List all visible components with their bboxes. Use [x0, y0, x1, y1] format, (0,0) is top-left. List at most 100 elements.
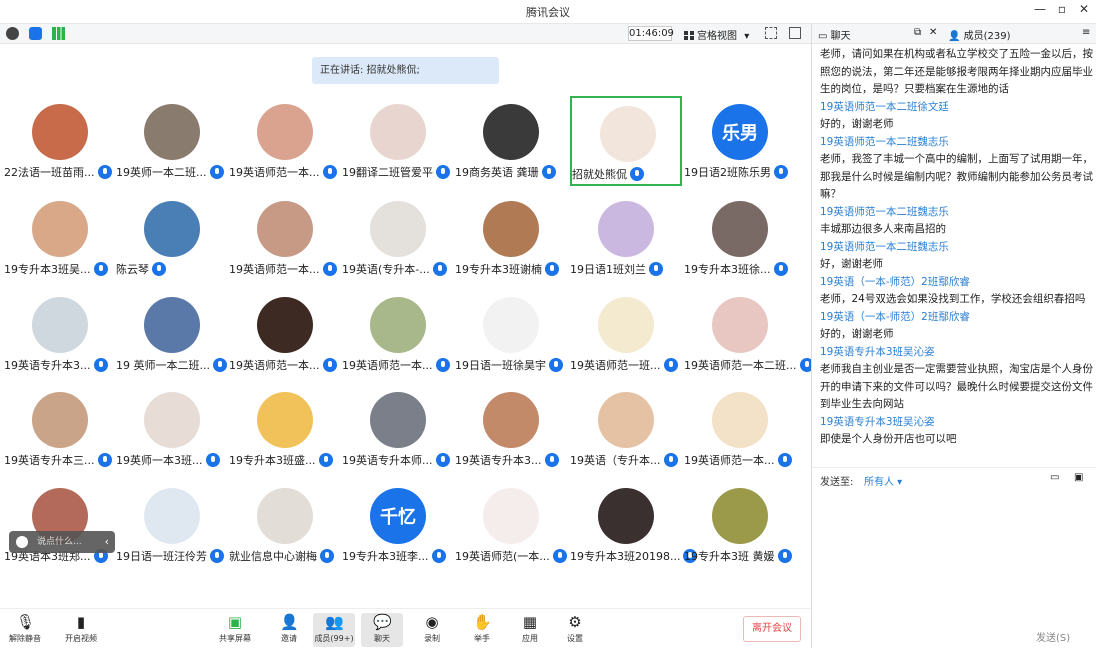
video-button[interactable]: ▮ 开启视频 — [60, 613, 102, 647]
participant-tile[interactable]: 19翻译二班管爱平 — [342, 96, 454, 186]
participant-tile[interactable]: 19英语师范一本二班... — [684, 289, 814, 379]
participant-tile[interactable]: 19专升本3班徐... — [684, 193, 796, 283]
leave-meeting-button[interactable]: 离开会议 — [743, 616, 801, 642]
bottom-bar: 🎙 解除静音 ▮ 开启视频 ▣ 共享屏幕 👤 邀请 👥 成员(99+) 💬 聊天 ◉ 录制 ✋… — [0, 608, 811, 648]
send-to-select[interactable]: 所有人 ▾ — [864, 473, 902, 488]
chat-sender[interactable]: 19英语（一本-师范）2班鄢欣睿 — [820, 274, 1095, 292]
unmute-button[interactable]: 🎙 解除静音 — [4, 613, 46, 647]
chat-sender[interactable]: 19英语专升本3班吴沁姿 — [820, 414, 1095, 432]
quick-chat[interactable]: 说点什么... ‹ — [9, 531, 115, 553]
participant-tile[interactable]: 19英语专升本三... — [4, 384, 116, 474]
avatar — [712, 392, 768, 448]
chat-sender[interactable]: 19英语师范一本二班魏志乐 — [820, 204, 1095, 222]
participant-tile[interactable]: 19商务英语 龚珊 — [455, 96, 567, 186]
participant-tile[interactable]: 千忆 19专升本3班李... — [342, 480, 454, 570]
participant-tile[interactable]: 19英语师范一本... — [229, 193, 341, 283]
mic-icon — [630, 167, 644, 181]
maximize-icon[interactable]: ▫ — [1052, 2, 1072, 16]
chat-sender[interactable]: 19英语师范一本二班魏志乐 — [820, 239, 1095, 257]
close-chat-icon[interactable]: ✕ — [929, 27, 937, 38]
participant-tile[interactable]: 19日语一班徐昊宇 — [455, 289, 567, 379]
mic-icon — [777, 549, 792, 563]
record-button[interactable]: ◉ 录制 — [411, 613, 453, 647]
chat-sender[interactable]: 19英语（一本-师范）2班鄢欣睿 — [820, 309, 1095, 327]
participant-tile[interactable]: 19英语师范一班... — [570, 289, 682, 379]
screenshot-icon[interactable]: ▣ — [1074, 472, 1083, 483]
minimize-icon[interactable]: — — [1030, 2, 1050, 16]
menu-icon[interactable]: ≡ — [1082, 27, 1090, 38]
participant-name-text: 19英语师范一本二班... — [684, 359, 797, 372]
participant-tile[interactable]: 19英师一本3班... — [116, 384, 228, 474]
shield-icon[interactable] — [29, 27, 42, 40]
participant-tile[interactable]: 19专升本3班 黄媛 — [684, 480, 796, 570]
video-label: 开启视频 — [65, 634, 97, 643]
apps-button[interactable]: ▦ 应用 — [509, 613, 551, 647]
participant-tile[interactable]: 招就处熊侃 — [570, 96, 682, 186]
avatar — [144, 488, 200, 544]
participant-tile[interactable]: 19英语师范一本... — [684, 384, 796, 474]
settings-button[interactable]: ⚙ 设置 — [554, 613, 596, 647]
fullscreen-icon[interactable] — [765, 27, 777, 39]
close-icon[interactable]: ✕ — [1074, 2, 1094, 16]
participant-tile[interactable]: 19 英师一本二班... — [116, 289, 228, 379]
chat-sender[interactable]: 19英语师范一本二班魏志乐 — [820, 134, 1095, 152]
file-icon[interactable]: ▭ — [1050, 472, 1059, 483]
participant-tile[interactable]: 19英语专升本3... — [4, 289, 116, 379]
participant-tile[interactable]: 19日语1班刘兰 — [570, 193, 682, 283]
view-switch[interactable]: 宫格视图 ▾ — [684, 27, 749, 42]
participant-tile[interactable]: 19日语一班汪伶芳 — [116, 480, 228, 570]
participant-tile[interactable]: 19英语本3班郑... — [4, 480, 116, 570]
signal-icon[interactable] — [52, 27, 65, 40]
invite-button[interactable]: 👤 邀请 — [268, 613, 310, 647]
participant-tile[interactable]: 19专升本3班吴... — [4, 193, 116, 283]
participant-tile[interactable]: 19专升本3班20198... — [570, 480, 698, 570]
mic-icon — [322, 358, 337, 372]
participant-tile[interactable]: 19英语师范一本... — [229, 289, 341, 379]
chat-sender[interactable]: 19英语专升本3班吴沁姿 — [820, 344, 1095, 362]
participant-name-text: 19英语师范一本... — [229, 166, 320, 179]
participant-tile[interactable]: 19英语师范一本... — [342, 289, 454, 379]
participant-tile[interactable]: 就业信息中心谢梅 — [229, 480, 341, 570]
participant-name: 19英语师范(一本... — [455, 548, 579, 564]
participant-name: 19日语2班陈乐男 — [684, 164, 808, 180]
chat-button[interactable]: 💬 聊天 — [361, 613, 403, 647]
participant-name: 19翻译二班管爱平 — [342, 164, 466, 180]
send-button[interactable]: 发送(S) — [1036, 629, 1070, 644]
participant-tile[interactable]: 19英语专升本师... — [342, 384, 454, 474]
participant-tile[interactable]: 19英语（专升本... — [570, 384, 682, 474]
video-off-icon: ▮ — [76, 613, 86, 631]
raise-hand-button[interactable]: ✋ 举手 — [461, 613, 503, 647]
participant-name: 招就处熊侃 — [572, 166, 696, 182]
side-tabs: ▭ 聊天 ⧉ ✕ 👤 成员(239) ≡ — [812, 24, 1096, 44]
members-button[interactable]: 👥 成员(99+) — [313, 613, 355, 647]
participant-tile[interactable]: 乐男 19日语2班陈乐男 — [684, 96, 796, 186]
participant-name: 19英语师范一班... — [570, 357, 694, 373]
participant-name: 19英语专升本3... — [4, 357, 128, 373]
participant-tile[interactable]: 陈云琴 — [116, 193, 228, 283]
record-label: 录制 — [424, 634, 440, 643]
tab-members[interactable]: 👤 成员(239) — [948, 27, 1011, 42]
side-panel: ▭ 聊天 ⧉ ✕ 👤 成员(239) ≡ 老师，请问如果在机构或者私立学校交了五… — [811, 24, 1096, 648]
participant-name: 19英语（专升本... — [570, 452, 694, 468]
participant-tile[interactable]: 19英师一本二班... — [116, 96, 228, 186]
participant-tile[interactable]: 19英语(专升本-... — [342, 193, 454, 283]
participant-name: 19英语师范一本... — [684, 452, 808, 468]
participant-tile[interactable]: 19专升本3班谢楠 — [455, 193, 567, 283]
participant-name-text: 19英语师范(一本... — [455, 550, 550, 563]
participant-tile[interactable]: 22法语一班苗雨... — [4, 96, 116, 186]
info-icon[interactable] — [6, 27, 19, 40]
participant-tile[interactable]: 19英语师范(一本... — [455, 480, 567, 570]
share-screen-button[interactable]: ▣ 共享屏幕 — [214, 613, 256, 647]
chat-sender[interactable]: 19英语师范一本二班徐文廷 — [820, 99, 1095, 117]
participant-tile[interactable]: 19英语师范一本... — [229, 96, 341, 186]
participant-tile[interactable]: 19英语专升本3... — [455, 384, 567, 474]
emoji-icon[interactable] — [16, 536, 28, 548]
tab-chat[interactable]: ▭ 聊天 — [818, 27, 851, 42]
collapse-icon[interactable]: ‹ — [105, 531, 109, 553]
participant-name: 陈云琴 — [116, 261, 240, 277]
participant-tile[interactable]: 19专升本3班盛... — [229, 384, 341, 474]
settings-label: 设置 — [567, 634, 583, 643]
sidebar-toggle-icon[interactable] — [789, 27, 801, 39]
popout-icon[interactable]: ⧉ — [914, 27, 921, 38]
avatar: 千忆 — [370, 488, 426, 544]
